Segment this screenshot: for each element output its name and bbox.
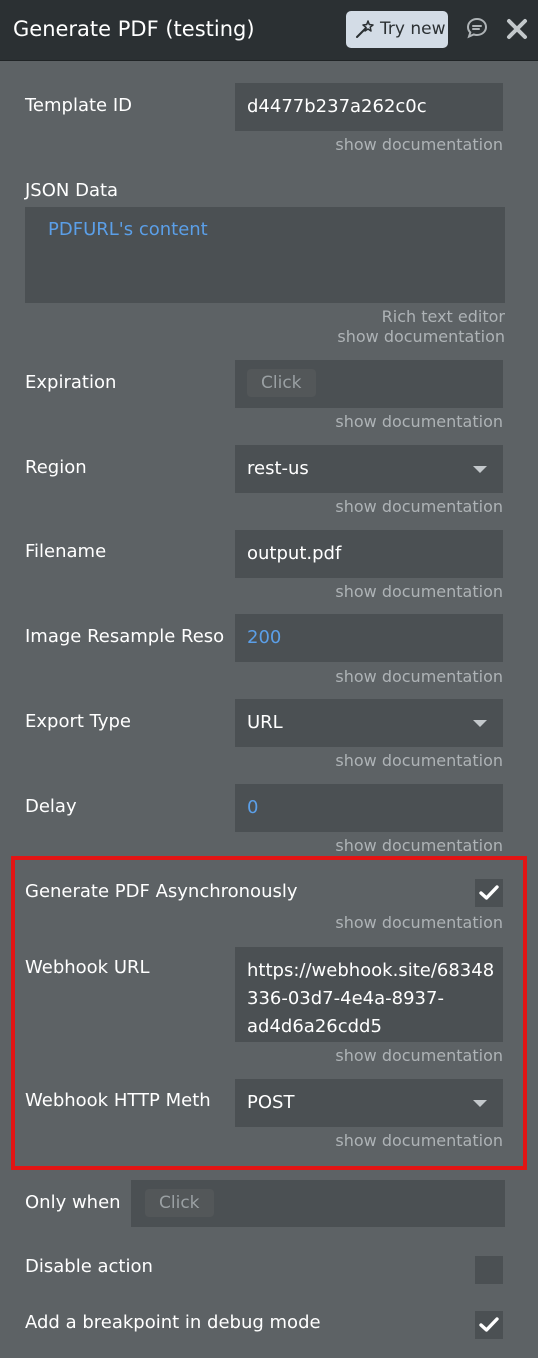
show-documentation-link[interactable]: show documentation: [335, 497, 503, 516]
expiration-input[interactable]: Click: [235, 360, 503, 408]
export-type-dropdown[interactable]: URL: [235, 699, 503, 747]
comment-icon[interactable]: [466, 17, 488, 39]
chevron-down-icon: [473, 1100, 487, 1107]
close-icon[interactable]: [506, 18, 528, 40]
webhook-url-line: https://webhook.site/68348: [247, 960, 495, 981]
filename-input[interactable]: output.pdf: [235, 530, 503, 578]
json-data-label: JSON Data: [25, 180, 119, 201]
checkmark-icon: [479, 1317, 499, 1332]
show-documentation-link[interactable]: show documentation: [335, 751, 503, 770]
magic-wand-icon: [356, 20, 374, 38]
template-id-label: Template ID: [25, 95, 133, 116]
export-type-label: Export Type: [25, 711, 131, 732]
show-documentation-link[interactable]: show documentation: [335, 412, 503, 431]
webhook-url-line: 336-03d7-4e4a-8937-: [247, 988, 444, 1009]
region-dropdown[interactable]: rest-us: [235, 445, 503, 493]
rich-text-editor-link[interactable]: Rich text editor: [382, 307, 505, 326]
json-data-dynamic-value[interactable]: PDFURL's content: [48, 219, 208, 240]
show-documentation-link[interactable]: show documentation: [335, 667, 503, 686]
disable-action-label: Disable action: [25, 1256, 153, 1277]
disable-action-checkbox[interactable]: [475, 1256, 503, 1284]
webhook-url-input[interactable]: https://webhook.site/68348 336-03d7-4e4a…: [235, 947, 503, 1042]
panel-header: Generate PDF (testing) Try new: [0, 0, 538, 61]
checkmark-icon: [479, 885, 499, 900]
webhook-url-line: ad4d6a26cdd5: [247, 1016, 382, 1037]
show-documentation-link[interactable]: show documentation: [335, 836, 503, 855]
webhook-method-label: Webhook HTTP Meth: [25, 1090, 211, 1111]
show-documentation-link[interactable]: show documentation: [335, 913, 503, 932]
webhook-url-label: Webhook URL: [25, 957, 150, 978]
webhook-method-dropdown[interactable]: POST: [235, 1079, 503, 1127]
webhook-method-value: POST: [247, 1092, 295, 1113]
template-id-input[interactable]: d4477b237a262c0c: [235, 83, 503, 131]
click-placeholder[interactable]: Click: [247, 368, 316, 397]
show-documentation-link[interactable]: show documentation: [335, 582, 503, 601]
panel-title: Generate PDF (testing): [13, 17, 255, 41]
delay-input[interactable]: 0: [235, 784, 503, 832]
show-documentation-link[interactable]: show documentation: [335, 135, 503, 154]
delay-label: Delay: [25, 796, 77, 817]
chevron-down-icon: [473, 466, 487, 473]
async-label: Generate PDF Asynchronously: [25, 881, 298, 902]
breakpoint-label: Add a breakpoint in debug mode: [25, 1312, 321, 1333]
region-value: rest-us: [247, 458, 309, 479]
click-placeholder[interactable]: Click: [145, 1188, 214, 1217]
show-documentation-link[interactable]: show documentation: [335, 1046, 503, 1065]
region-label: Region: [25, 457, 87, 478]
try-new-button[interactable]: Try new: [346, 11, 448, 48]
image-resample-label: Image Resample Reso: [25, 626, 225, 647]
breakpoint-checkbox[interactable]: [475, 1311, 503, 1339]
chevron-down-icon: [473, 720, 487, 727]
show-documentation-link[interactable]: show documentation: [337, 327, 505, 346]
export-type-value: URL: [247, 712, 283, 733]
filename-label: Filename: [25, 541, 107, 562]
async-checkbox[interactable]: [475, 879, 503, 907]
expiration-label: Expiration: [25, 372, 117, 393]
json-data-editor[interactable]: PDFURL's content: [25, 207, 505, 303]
image-resample-input[interactable]: 200: [235, 614, 503, 662]
only-when-input[interactable]: Click: [131, 1180, 505, 1227]
try-new-label: Try new: [380, 19, 446, 39]
only-when-label: Only when: [25, 1192, 121, 1213]
show-documentation-link[interactable]: show documentation: [335, 1131, 503, 1150]
